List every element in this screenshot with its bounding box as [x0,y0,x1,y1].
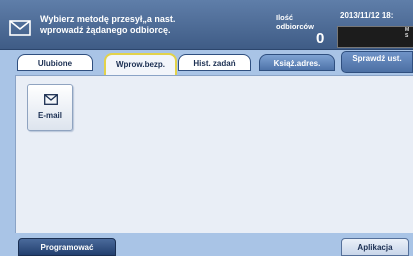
side-indicator-letter-2: S [405,33,409,39]
tab-direct-input[interactable]: Wprow.bezp. [104,53,177,75]
recipients-count-label: Ilość odbiorców [276,13,336,31]
email-button[interactable]: E-mail [27,84,73,131]
tab-favorites[interactable]: Ulubione [17,54,93,71]
instruction-line-2: wprowadź żądanego odbiorcę. [40,25,171,35]
application-button[interactable]: Aplikacja [341,238,409,256]
envelope-icon [44,94,58,105]
instruction-line-1: Wybierz metodę przesył„a nast. [40,14,176,24]
check-settings-button[interactable]: Sprawdź ust. [341,51,413,73]
header-bar: Wybierz metodę przesył„a nast. wprowadź … [0,0,413,50]
recipients-count-value: 0 [316,30,325,47]
recipients-label-line-1: Ilość [276,13,294,22]
datetime-display: 2013/11/12 18: [340,11,394,20]
tab-address-book[interactable]: Książ.adres. [259,54,335,71]
instruction-text: Wybierz metodę przesył„a nast. wprowadź … [40,14,230,36]
status-display-box [337,26,413,48]
email-button-label: E-mail [37,111,62,120]
side-indicator: M S [405,27,409,39]
envelope-icon [9,20,31,36]
tab-job-history[interactable]: Hist. zadań [178,54,251,71]
program-button[interactable]: Programować [18,238,116,256]
recipients-label-line-2: odbiorców [276,22,314,31]
content-panel [15,75,413,233]
